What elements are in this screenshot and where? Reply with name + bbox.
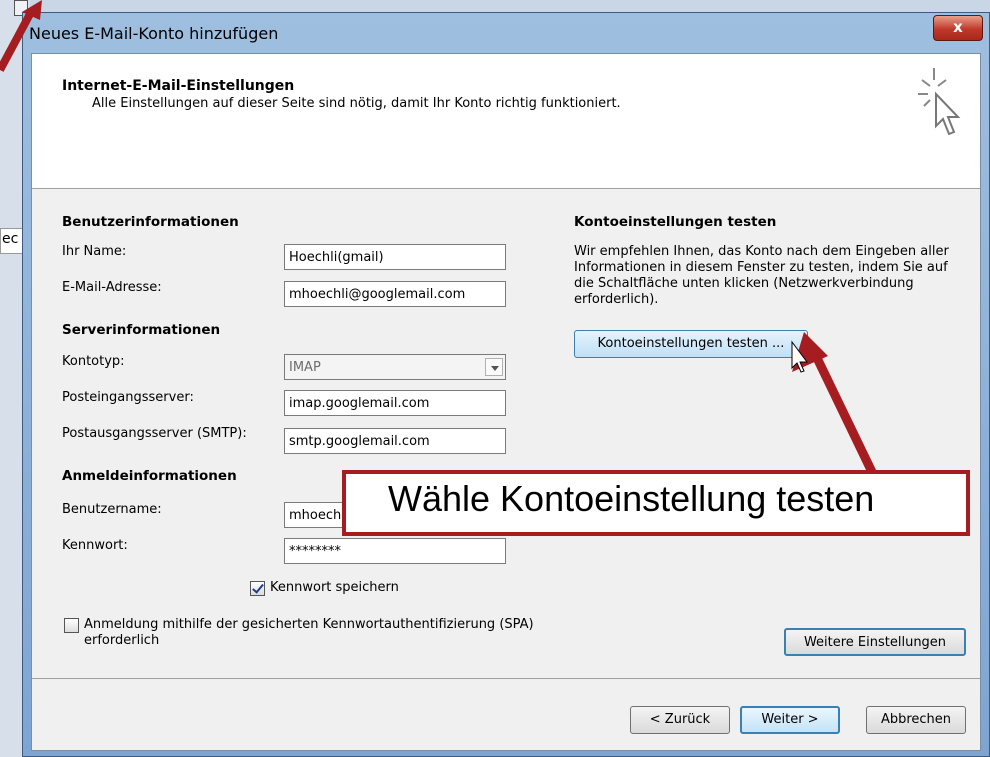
arrow-to-test-button xyxy=(792,332,877,474)
arrow-top-left xyxy=(0,0,42,72)
annotation-callout: Wähle Kontoeinstellung testen xyxy=(342,470,970,536)
annotation-text: Wähle Kontoeinstellung testen xyxy=(388,478,875,519)
annotation-arrows xyxy=(0,0,877,474)
